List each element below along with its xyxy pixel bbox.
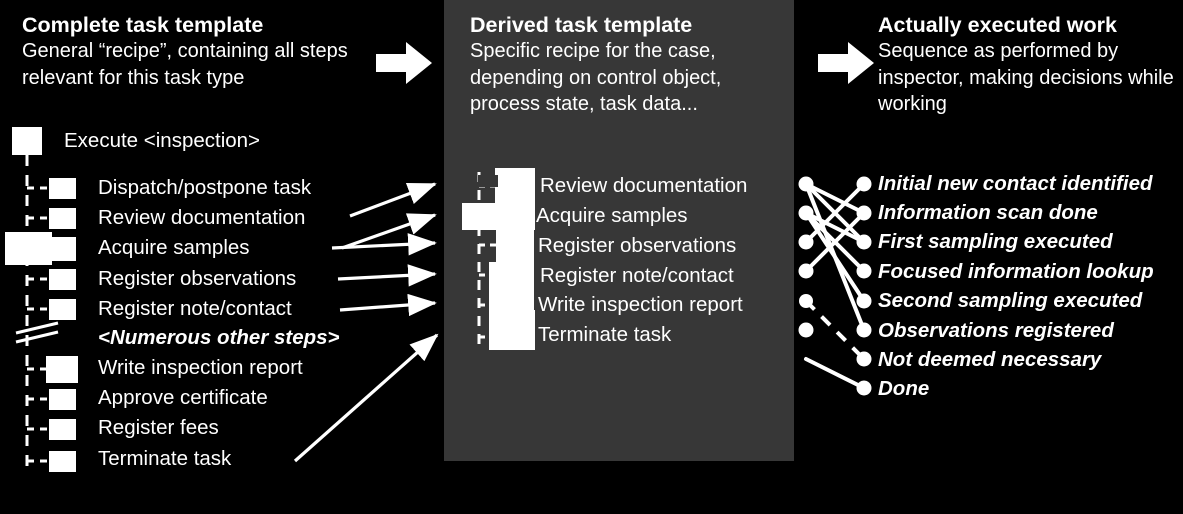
left-item-2: Acquire samples xyxy=(98,236,250,259)
middle-column-title: Derived task template xyxy=(470,13,693,37)
right-item-4: Second sampling executed xyxy=(878,289,1143,312)
right-item-5: Observations registered xyxy=(878,319,1114,342)
right-column-title: Actually executed work xyxy=(878,13,1117,37)
middle-item-1: Acquire samples xyxy=(536,204,688,227)
right-item-7: Done xyxy=(878,377,930,400)
middle-item-0: Review documentation xyxy=(540,174,748,197)
middle-item-4: Write inspection report xyxy=(538,293,743,316)
column-heading-complete-template: Complete task template General “recipe”,… xyxy=(22,12,372,91)
column-heading-derived-template: Derived task template Specific recipe fo… xyxy=(470,12,782,118)
left-item-1: Review documentation xyxy=(98,206,306,229)
right-item-3: Focused information lookup xyxy=(878,260,1154,283)
left-column-title: Complete task template xyxy=(22,13,264,37)
right-column-subtitle: Sequence as performed by inspector, maki… xyxy=(878,40,1174,115)
middle-item-5: Terminate task xyxy=(538,323,672,346)
tree-root-label: Execute <inspection> xyxy=(64,129,261,152)
left-item-4: Register note/contact xyxy=(98,297,292,320)
left-item-6: Write inspection report xyxy=(98,356,303,379)
left-item-9: Terminate task xyxy=(98,447,232,470)
diagram-canvas: Complete task template General “recipe”,… xyxy=(0,0,1183,514)
right-item-2: First sampling executed xyxy=(878,230,1113,253)
left-item-5: <Numerous other steps> xyxy=(98,326,340,349)
right-item-1: Information scan done xyxy=(878,201,1098,224)
column-heading-executed-work: Actually executed work Sequence as perfo… xyxy=(878,12,1178,118)
right-block-arrow-icon xyxy=(376,42,432,84)
middle-column-subtitle: Specific recipe for the case, depending … xyxy=(470,40,722,115)
left-column-subtitle: General “recipe”, containing all steps r… xyxy=(22,40,348,89)
middle-item-2: Register observations xyxy=(538,234,737,257)
right-block-arrow-icon-2 xyxy=(818,42,874,84)
right-item-0: Initial new contact identified xyxy=(878,172,1153,195)
left-item-8: Register fees xyxy=(98,416,219,439)
left-item-3: Register observations xyxy=(98,267,297,290)
left-item-7: Approve certificate xyxy=(98,386,268,409)
middle-item-3: Register note/contact xyxy=(540,264,734,287)
left-item-0: Dispatch/postpone task xyxy=(98,176,312,199)
right-item-6: Not deemed necessary xyxy=(878,348,1102,371)
